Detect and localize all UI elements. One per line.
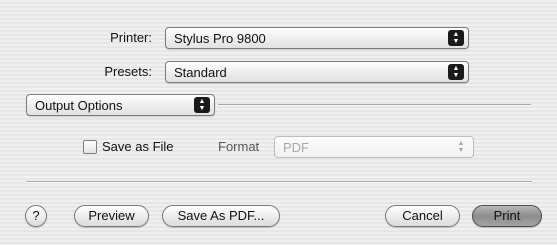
printer-popup[interactable]: Stylus Pro 9800 ▲ ▼: [165, 27, 469, 49]
format-label: Format: [218, 139, 260, 154]
help-button[interactable]: ?: [25, 205, 47, 227]
printer-value: Stylus Pro 9800: [174, 31, 266, 46]
presets-value: Standard: [174, 65, 227, 80]
pane-selector-value: Output Options: [35, 98, 123, 113]
pane-separator: [218, 104, 531, 106]
format-popup[interactable]: PDF ▲ ▼: [274, 136, 474, 158]
popup-arrows-icon: ▲ ▼: [194, 97, 210, 113]
cancel-button[interactable]: Cancel: [385, 205, 460, 227]
bottom-separator: [26, 181, 532, 183]
preview-button[interactable]: Preview: [74, 205, 149, 227]
popup-arrows-icon: ▲ ▼: [457, 140, 465, 154]
save-as-pdf-button[interactable]: Save As PDF...: [162, 205, 280, 227]
format-value: PDF: [283, 140, 309, 155]
printer-label: Printer:: [110, 30, 152, 45]
save-as-file-label: Save as File: [102, 139, 174, 154]
popup-arrows-icon: ▲ ▼: [448, 64, 464, 80]
save-as-file-checkbox[interactable]: [83, 140, 97, 154]
pane-selector-popup[interactable]: Output Options ▲ ▼: [26, 94, 215, 116]
presets-popup[interactable]: Standard ▲ ▼: [165, 61, 469, 83]
print-button[interactable]: Print: [472, 205, 542, 227]
popup-arrows-icon: ▲ ▼: [448, 30, 464, 46]
presets-label: Presets:: [104, 64, 152, 79]
